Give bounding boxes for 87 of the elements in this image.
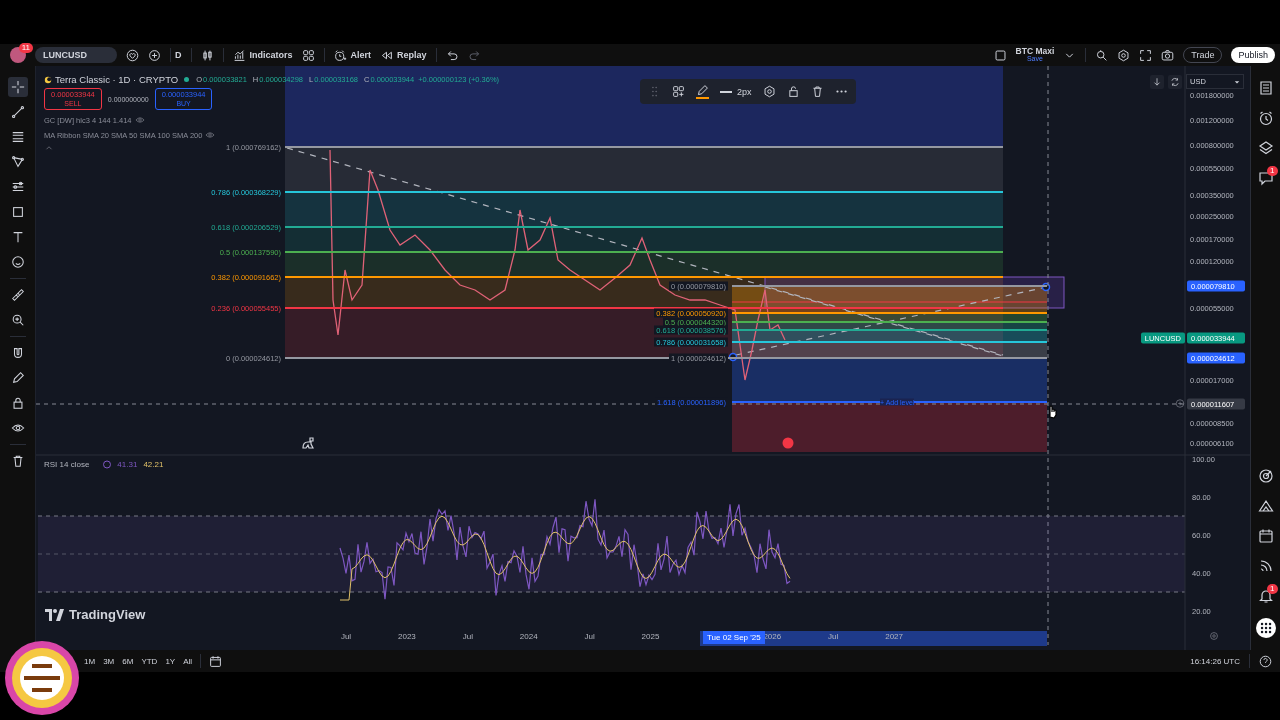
nodes-icon[interactable]: [10, 155, 25, 169]
camera-icon[interactable]: [1161, 48, 1175, 62]
indicator-status-icon: [103, 460, 112, 468]
alarm-clock-icon[interactable]: [1257, 110, 1274, 126]
fib-lines-icon[interactable]: [10, 130, 25, 144]
time-axis-label: Jul: [584, 632, 595, 641]
caret-icon[interactable]: [1234, 78, 1240, 85]
clock-time[interactable]: 16:14:26 UTC: [1190, 656, 1240, 666]
range-button[interactable]: YTD: [141, 656, 158, 666]
market-status-dot: [184, 77, 190, 82]
symbol-title[interactable]: Terra Classic · 1D · CRYPTO: [55, 74, 179, 85]
mountain-icon[interactable]: [1257, 498, 1274, 514]
indicators-icon[interactable]: [232, 48, 246, 62]
symbol-search-button[interactable]: LUNCUSD: [35, 47, 117, 63]
interval-button[interactable]: D: [175, 50, 182, 60]
event-marker-icon[interactable]: [782, 437, 794, 449]
range-button[interactable]: All: [183, 656, 193, 666]
alert-icon[interactable]: [333, 48, 347, 62]
layers-icon[interactable]: [1257, 140, 1274, 156]
crosshair-icon[interactable]: [7, 77, 28, 97]
layout-icon[interactable]: [993, 48, 1007, 62]
refresh-icon[interactable]: [1168, 74, 1182, 89]
templates-icon[interactable]: [672, 85, 685, 98]
settings-icon[interactable]: [762, 85, 776, 98]
quick-search-icon[interactable]: [1095, 48, 1109, 62]
range-button[interactable]: 1M: [84, 656, 96, 666]
rectangle-icon[interactable]: [10, 205, 25, 219]
undo-icon[interactable]: [445, 48, 459, 62]
trash-icon[interactable]: [810, 85, 824, 98]
rsi-value: 41.31: [117, 459, 138, 469]
target-icon[interactable]: [1257, 468, 1274, 484]
templates-icon[interactable]: [301, 48, 315, 62]
chat-icon[interactable]: [1257, 170, 1274, 186]
range-button[interactable]: 1Y: [165, 656, 176, 666]
favorite-icon[interactable]: [126, 48, 139, 62]
alert-button[interactable]: Alert: [350, 50, 372, 60]
lock-icon[interactable]: [10, 396, 25, 410]
hidden-eye-icon[interactable]: [205, 130, 216, 140]
add-symbol-icon[interactable]: [148, 48, 161, 62]
time-axis-label: 2025: [641, 632, 660, 641]
line-style-icon[interactable]: [720, 90, 732, 93]
arrow-down-icon[interactable]: [1150, 74, 1164, 89]
time-axis-label: Jul: [340, 632, 352, 641]
trade-button[interactable]: Trade: [1183, 47, 1223, 63]
replay-button[interactable]: Replay: [397, 50, 427, 60]
watchlist-icon[interactable]: [1257, 80, 1274, 96]
notification-badge: 1: [1267, 166, 1278, 176]
crosshair-date-tag: Tue 02 Sep '25: [703, 631, 765, 644]
dinosaur-icon[interactable]: [300, 435, 316, 451]
apps-grid-icon[interactable]: [1255, 618, 1276, 638]
pattern-icon[interactable]: [10, 180, 25, 194]
time-axis-label: 2023: [398, 632, 416, 641]
add-alert-icon[interactable]: [1175, 398, 1185, 409]
redo-icon[interactable]: [467, 48, 481, 62]
zoom-icon[interactable]: [10, 313, 25, 327]
date-range-icon[interactable]: [209, 654, 223, 668]
help-icon[interactable]: [1259, 654, 1272, 668]
rsi-average-value: 42.21: [143, 459, 164, 469]
time-axis-label: Jul: [462, 632, 473, 641]
range-button[interactable]: 3M: [103, 656, 115, 666]
publish-button[interactable]: Publish: [1231, 47, 1275, 63]
time-axis-label: 2024: [519, 632, 538, 641]
smiley-icon[interactable]: [10, 255, 25, 269]
settings-icon[interactable]: [1117, 48, 1131, 62]
unlock-icon[interactable]: [786, 85, 800, 98]
range-button[interactable]: 6M: [122, 656, 134, 666]
time-axis-label: 2027: [885, 632, 903, 641]
calendar-icon[interactable]: [1257, 528, 1274, 544]
trend-line-icon[interactable]: [10, 105, 25, 119]
line-width-button[interactable]: 2px: [737, 86, 752, 97]
hidden-eye-icon[interactable]: [134, 115, 145, 125]
indicators-button[interactable]: Indicators: [249, 50, 293, 60]
candles-icon[interactable]: [200, 48, 214, 62]
replay-icon[interactable]: [380, 48, 394, 62]
time-axis-label: Jul: [828, 632, 839, 641]
notification-badge: 1: [1267, 584, 1278, 594]
fullscreen-icon[interactable]: [1139, 48, 1153, 62]
eye-icon[interactable]: [10, 421, 25, 435]
notification-badge: 11: [18, 43, 33, 53]
pencil-color-icon[interactable]: [696, 84, 709, 97]
logo-text: TradingView: [69, 607, 146, 622]
bell-icon[interactable]: [1257, 588, 1274, 604]
ruler-icon[interactable]: [10, 288, 25, 302]
layout-name[interactable]: BTC Maxi: [1015, 47, 1055, 55]
logo-icon: [45, 608, 65, 621]
pencil-icon[interactable]: [10, 371, 25, 385]
indicator-label[interactable]: RSI 14 close: [44, 459, 90, 469]
